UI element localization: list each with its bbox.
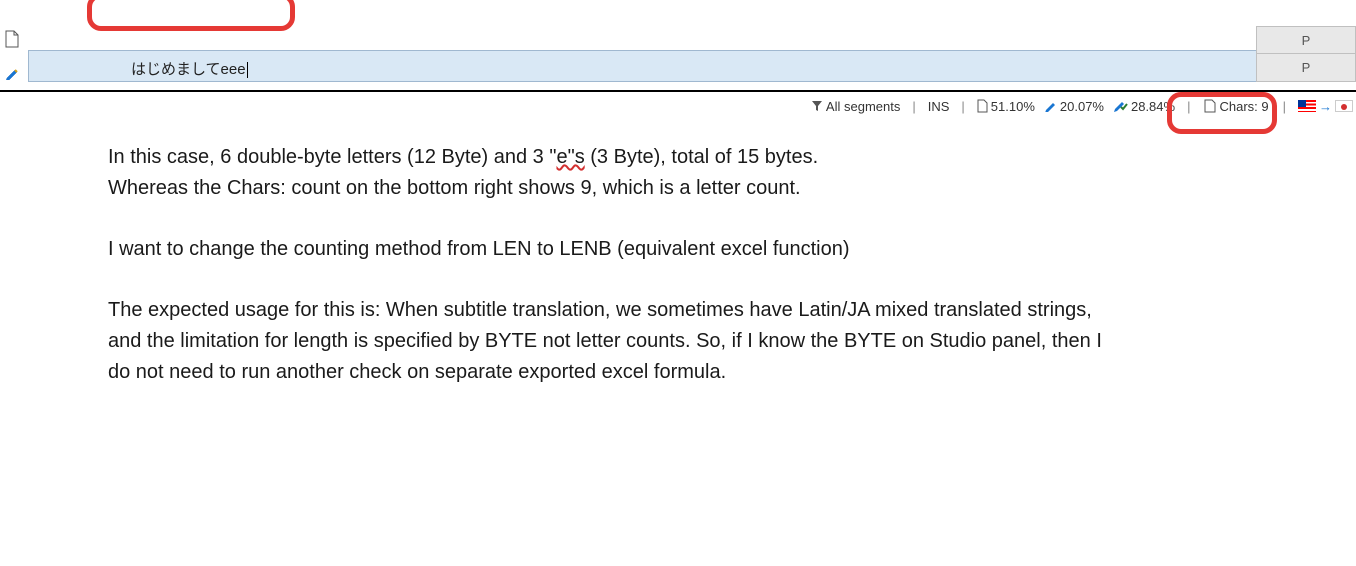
chars-count: Chars: 9	[1202, 99, 1270, 114]
segment-status-column: P P	[1256, 26, 1356, 82]
filter-label: All segments	[826, 99, 900, 114]
translation-input-text[interactable]: はじめましてeee	[131, 58, 248, 79]
pencil-icon	[1045, 100, 1057, 112]
translation-input-highlight	[87, 0, 295, 31]
document-icon	[977, 99, 988, 113]
body-paragraph-2: Whereas the Chars: count on the bottom r…	[108, 173, 1128, 204]
editor-panel: はじめましてeee P P	[0, 0, 1356, 92]
flag-jp-icon	[1335, 100, 1353, 112]
body-paragraph-3: I want to change the counting method fro…	[108, 234, 1128, 265]
body-paragraph-1: In this case, 6 double-byte letters (12 …	[108, 142, 1128, 173]
document-icon	[5, 30, 19, 48]
filter-icon	[811, 100, 823, 112]
filter-indicator[interactable]: All segments	[811, 99, 900, 114]
explanation-body: In this case, 6 double-byte letters (12 …	[108, 142, 1128, 388]
pencil-check-icon	[1114, 99, 1128, 113]
chars-label: Chars: 9	[1219, 99, 1268, 114]
text-caret	[247, 62, 248, 78]
status-cell: P	[1256, 26, 1356, 54]
stat-translated: 28.84%	[1114, 99, 1175, 114]
body-paragraph-4: The expected usage for this is: When sub…	[108, 295, 1128, 388]
language-pair[interactable]: →	[1298, 99, 1353, 114]
pencil-icon	[5, 66, 19, 80]
flag-us-icon	[1298, 100, 1316, 112]
stat-draft: 20.07%	[1045, 99, 1104, 114]
arrow-right-icon: →	[1319, 99, 1332, 114]
spellcheck-squiggle: e"s	[556, 146, 584, 168]
status-cell: P	[1256, 54, 1356, 82]
stat-value: 20.07%	[1060, 99, 1104, 114]
stat-value: 28.84%	[1131, 99, 1175, 114]
segment-status-icons	[5, 30, 19, 80]
stat-value: 51.10%	[991, 99, 1035, 114]
insert-mode[interactable]: INS	[928, 99, 950, 114]
stat-untranslated: 51.10%	[977, 99, 1035, 114]
document-icon	[1204, 99, 1216, 113]
editor-status-bar: All segments | INS | 51.10% 20.07% 28.84…	[811, 96, 1353, 116]
